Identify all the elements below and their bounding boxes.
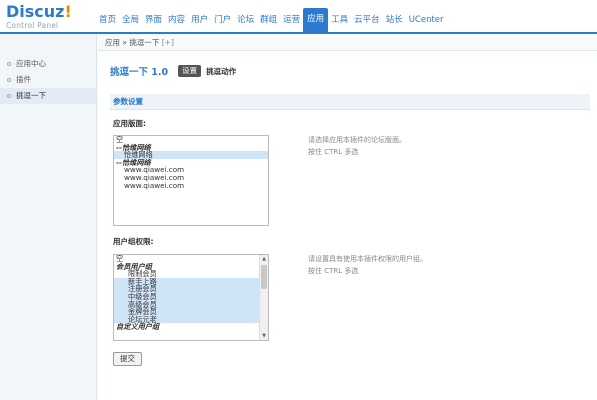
nav-item[interactable]: 运营 bbox=[280, 10, 303, 30]
nav-item[interactable]: 用户 bbox=[188, 10, 211, 30]
tab-action[interactable]: 挑逗动作 bbox=[206, 66, 236, 77]
scroll-thumb[interactable] bbox=[261, 265, 267, 289]
nav-item[interactable]: 首页 bbox=[96, 10, 119, 30]
nav-item[interactable]: 门户 bbox=[211, 10, 234, 30]
sidebar-item[interactable]: 挑逗一下 bbox=[0, 88, 96, 104]
nav-item[interactable]: 云平台 bbox=[351, 10, 383, 30]
scrollbar[interactable]: ▲ ▼ bbox=[259, 255, 268, 340]
scroll-up-icon[interactable]: ▲ bbox=[260, 255, 268, 263]
top-nav: 首页 全局 界面 内容 用户 门户 论坛 群组 运营 应用 工具 云平台 站长 UCenter bbox=[96, 8, 447, 34]
select-option[interactable]: 自定义用户组 bbox=[114, 323, 259, 331]
breadcrumb-text: 应用 » 挑逗一下 bbox=[105, 38, 160, 47]
sidebar-item-label: 插件 bbox=[16, 75, 31, 84]
breadcrumb: 应用 » 挑逗一下 [+] bbox=[98, 34, 597, 51]
breadcrumb-add-link[interactable]: [+] bbox=[162, 38, 174, 47]
tab-settings[interactable]: 设置 bbox=[178, 65, 202, 77]
scroll-down-icon[interactable]: ▼ bbox=[260, 332, 268, 340]
sidebar: 应用中心插件挑逗一下 bbox=[0, 34, 97, 400]
bullet-icon bbox=[7, 78, 11, 82]
nav-item[interactable]: 内容 bbox=[165, 10, 188, 30]
main-content: 应用 » 挑逗一下 [+] 挑逗一下 1.0 设置 挑逗动作 参数设置 应用版面… bbox=[98, 34, 597, 400]
logo-subtitle: Control Panel bbox=[6, 21, 59, 30]
forum-select[interactable]: 空 --恰维网络 恰维网络 --恰维网络 www.qiawei.com www.qiawe… bbox=[113, 135, 269, 226]
select-option[interactable]: www.qiawei.com bbox=[114, 181, 268, 190]
group-hint-ctrl: 按住 CTRL 多选 bbox=[308, 267, 359, 275]
group-field-label: 用户组权限: bbox=[113, 237, 154, 246]
logo-exclaim: ! bbox=[64, 2, 72, 21]
logo-text: Discuz bbox=[6, 2, 65, 21]
nav-item[interactable]: 论坛 bbox=[234, 10, 257, 30]
forum-hint-ctrl: 按住 CTRL 多选 bbox=[308, 148, 359, 156]
nav-item[interactable]: 群组 bbox=[257, 10, 280, 30]
nav-item[interactable]: 界面 bbox=[142, 10, 165, 30]
group-hint: 请设置具有使用本插件权限的用户组。 bbox=[308, 255, 427, 263]
forum-field-label: 应用版面: bbox=[113, 119, 146, 128]
nav-item[interactable]: 全局 bbox=[119, 10, 142, 30]
sidebar-item-label: 应用中心 bbox=[16, 59, 46, 68]
sidebar-item-label: 挑逗一下 bbox=[16, 91, 46, 100]
nav-item[interactable]: 站长 bbox=[383, 10, 406, 30]
bullet-icon bbox=[7, 62, 11, 66]
header: Discuz! Control Panel 首页 全局 界面 内容 用户 门户 论坛 群组 运营… bbox=[0, 0, 597, 34]
section-title: 参数设置 bbox=[110, 94, 590, 110]
nav-item[interactable]: 工具 bbox=[328, 10, 351, 30]
logo: Discuz! Control Panel bbox=[6, 4, 98, 32]
forum-hint: 请选择应用本插件的论坛版面。 bbox=[308, 136, 406, 144]
submit-button[interactable]: 提交 bbox=[113, 352, 142, 366]
plugin-title: 挑逗一下 1.0 bbox=[110, 67, 169, 78]
usergroup-select[interactable]: 空会员用户组 限制会员 新手上路 注册会员 中级会员 高级会员 金牌会员 论坛元老 自定义用户组… bbox=[113, 254, 269, 341]
sidebar-item[interactable]: 插件 bbox=[0, 72, 96, 88]
sidebar-item[interactable]: 应用中心 bbox=[0, 56, 96, 72]
nav-item[interactable]: 应用 bbox=[303, 8, 329, 32]
bullet-icon bbox=[7, 94, 11, 98]
nav-item[interactable]: UCenter bbox=[406, 10, 447, 30]
